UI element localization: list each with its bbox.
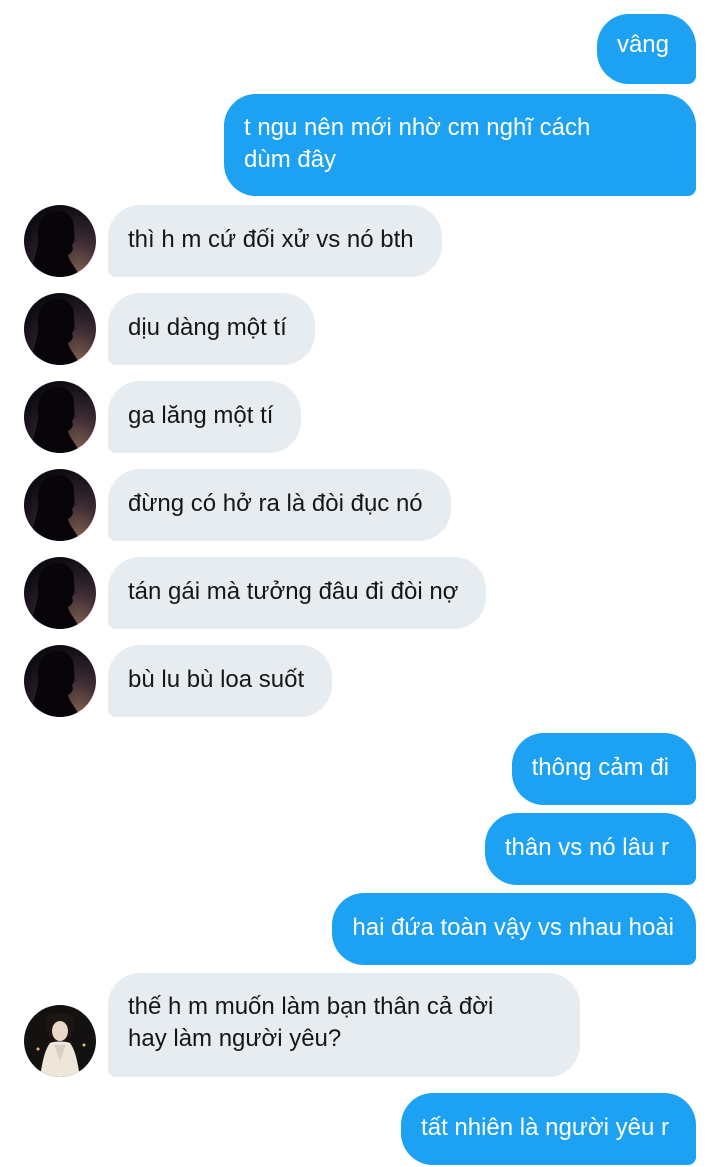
incoming-message-bubble[interactable]: ga lăng một tí	[108, 381, 302, 453]
silhouette-avatar-icon	[24, 293, 96, 365]
incoming-message-bubble[interactable]: thì h m cứ đối xử vs nó bth	[108, 205, 442, 277]
silhouette-avatar-icon	[24, 557, 96, 629]
silhouette-avatar-icon	[24, 469, 96, 541]
message-text: ga lăng một tí	[128, 402, 274, 429]
silhouette-avatar-icon	[24, 205, 96, 277]
message-text: bù lu bù loa suốt	[128, 666, 305, 693]
message-text: đừng có hở ra là đòi đục nó	[128, 490, 423, 517]
portrait-avatar-icon	[24, 1005, 96, 1077]
incoming-message-bubble[interactable]: tán gái mà tưởng đâu đi đòi nợ	[108, 557, 487, 629]
message-text-line: t ngu nên mới nhờ cm nghĩ cách	[244, 114, 591, 141]
message-text-line: thế h m muốn làm bạn thân cả đời	[128, 993, 494, 1020]
message-text-line: dùm đây	[244, 146, 337, 173]
incoming-message-bubble[interactable]: thế h m muốn làm bạn thân cả đời hay làm…	[108, 973, 580, 1077]
sender-avatar[interactable]	[24, 557, 96, 629]
sender-avatar[interactable]	[24, 1005, 96, 1077]
incoming-message-bubble[interactable]: đừng có hở ra là đòi đục nó	[108, 469, 451, 541]
sender-avatar[interactable]	[24, 469, 96, 541]
message-text: vâng	[616, 31, 669, 58]
message-text: tán gái mà tưởng đâu đi đòi nợ	[128, 578, 459, 605]
outgoing-message-bubble[interactable]: hai đứa toàn vậy vs nhau hoài	[332, 893, 696, 965]
sender-avatar[interactable]	[24, 293, 96, 365]
incoming-message-bubble[interactable]: bù lu bù loa suốt	[108, 645, 333, 717]
outgoing-message-bubble[interactable]: vâng	[596, 14, 696, 84]
silhouette-avatar-icon	[24, 645, 96, 717]
outgoing-message-bubble[interactable]: tất nhiên là người yêu r	[401, 1093, 696, 1165]
sender-avatar[interactable]	[24, 645, 96, 717]
message-text-line: hay làm người yêu?	[128, 1025, 342, 1052]
message-text: hai đứa toàn vậy vs nhau hoài	[352, 914, 674, 941]
message-text: thân vs nó lâu r	[504, 834, 669, 861]
sender-avatar[interactable]	[24, 381, 96, 453]
outgoing-message-bubble[interactable]: t ngu nên mới nhờ cm nghĩ cách dùm đây	[224, 94, 696, 196]
incoming-message-bubble[interactable]: dịu dàng một tí	[108, 293, 315, 365]
message-text: dịu dàng một tí	[128, 314, 287, 341]
outgoing-message-bubble[interactable]: thân vs nó lâu r	[484, 813, 696, 885]
silhouette-avatar-icon	[24, 381, 96, 453]
message-text: tất nhiên là người yêu r	[421, 1114, 669, 1141]
message-text: thì h m cứ đối xử vs nó bth	[128, 226, 414, 253]
sender-avatar[interactable]	[24, 205, 96, 277]
outgoing-message-bubble[interactable]: thông cảm đi	[511, 733, 696, 805]
message-text: thông cảm đi	[531, 754, 669, 781]
